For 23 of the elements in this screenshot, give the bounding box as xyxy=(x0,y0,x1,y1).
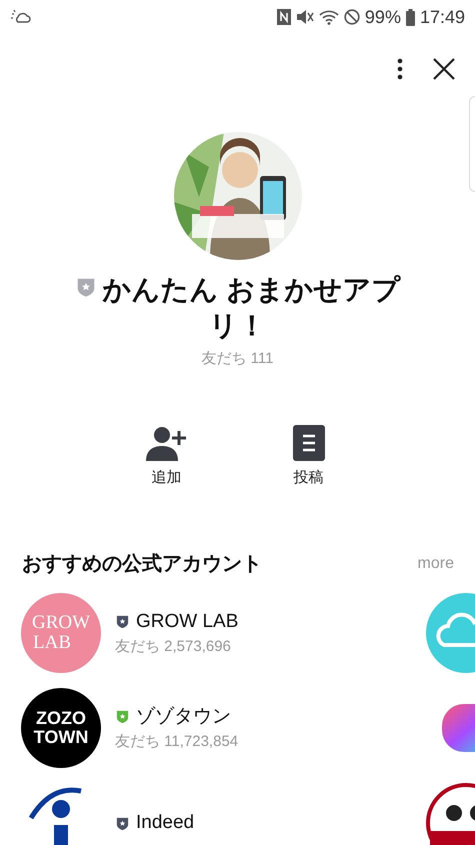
add-friend-icon xyxy=(146,424,188,460)
account-title[interactable]: ゾゾタウン xyxy=(136,702,231,731)
mute-icon xyxy=(296,9,314,25)
close-icon[interactable] xyxy=(433,58,455,80)
account-logo[interactable]: ZOZO TOWN xyxy=(21,688,101,768)
account-name: かんたん おまかせアプリ！ xyxy=(102,274,400,341)
section-title: おすすめの公式アカウント xyxy=(22,552,262,577)
add-friend-button[interactable]: 追加 xyxy=(136,424,196,489)
friends-count: 友だち 11,723,854 xyxy=(115,732,238,752)
clock: 17:49 xyxy=(420,6,465,28)
battery-icon xyxy=(406,8,415,26)
friends-count: 友だち 2,573,696 xyxy=(115,637,232,657)
battery-percent: 99% xyxy=(364,6,401,28)
posts-button[interactable]: 投稿 xyxy=(278,424,338,489)
account-title[interactable]: GROW LAB xyxy=(136,608,238,636)
do-not-disturb-icon xyxy=(344,9,360,25)
weather-icon xyxy=(10,9,32,25)
posts-icon xyxy=(292,424,324,460)
account-title[interactable]: Indeed xyxy=(136,808,194,838)
friends-count: 友だち 111 xyxy=(202,349,274,369)
nfc-icon xyxy=(276,9,291,25)
wifi-icon xyxy=(318,9,339,25)
more-options-icon[interactable] xyxy=(397,58,403,80)
